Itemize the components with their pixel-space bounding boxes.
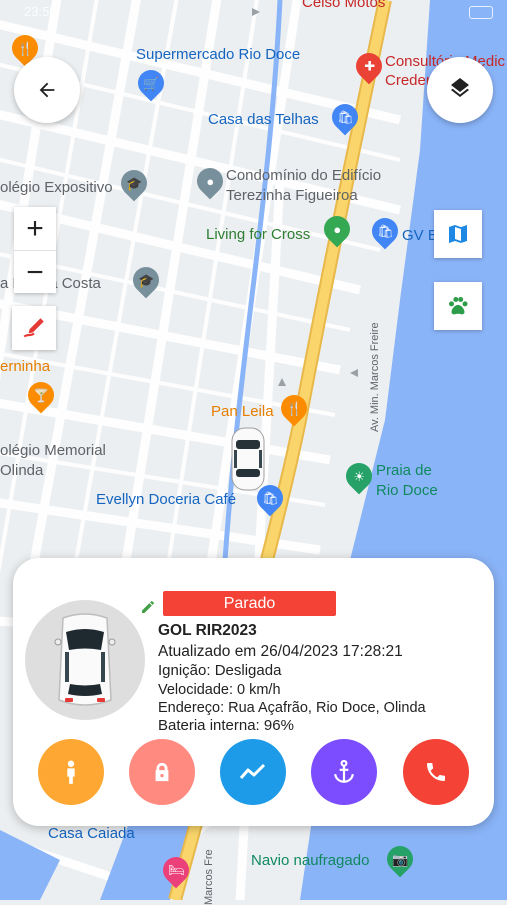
call-button[interactable] [403,739,469,805]
status-badge: Parado [163,591,336,616]
poi-label: Terezinha Figueiroa [226,187,358,204]
arrow-back-icon [39,82,55,98]
car-top-icon [54,613,116,706]
phone-icon [427,763,445,781]
poi-label: Olinda [0,462,44,479]
poi-label: Supermercado Rio Doce [136,46,301,63]
street-label: Marcos Fre [203,849,215,905]
zoom-in-button[interactable]: + [14,207,56,251]
poi-label: Pan Leila [211,403,274,420]
updated-time: Atualizado em 26/04/2023 17:28:21 [158,643,403,660]
poi-label: erninha [0,358,51,375]
poi-label: Casa das Telhas [208,111,319,128]
anchor-icon [334,759,354,783]
ignition-status: Ignição: Desligada [158,662,282,679]
lock-button[interactable] [129,739,195,805]
poi-label: GV E [402,227,438,244]
lock-icon [155,762,169,782]
layers-button[interactable] [427,57,493,123]
zoom-out-button[interactable]: − [14,251,56,294]
draw-button[interactable] [12,306,56,350]
street-label: Av. Min. Marcos Freire [369,322,381,432]
draw-icon [23,318,44,338]
battery-value: Bateria interna: 96% [158,717,294,734]
layers-icon [451,78,469,97]
poi-label: Evellyn Doceria Café [96,491,237,508]
back-button[interactable] [14,57,80,123]
zoom-control: + − [14,207,56,293]
route-button[interactable] [220,739,286,805]
person-icon [67,760,75,784]
driver-button[interactable] [38,739,104,805]
poi-label: Casa Caiada [48,825,135,842]
status-time: 23:55 [24,4,57,19]
route-icon [239,763,266,779]
map-type-button[interactable] [434,210,482,258]
anchor-button[interactable] [311,739,377,805]
battery-icon [469,6,493,19]
poi-label: olégio Expositivo [0,179,113,196]
vehicle-name: GOL RIR2023 [158,622,257,639]
edit-icon[interactable] [140,599,156,615]
speed-value: Velocidade: 0 km/h [158,682,281,698]
pet-button[interactable] [434,282,482,330]
address-value: Endereço: Rua Açafrão, Rio Doce, Olinda [158,700,426,716]
paw-icon [449,297,468,315]
vehicle-map-marker[interactable] [229,426,267,492]
vehicle-info-card: Parado GOL RIR2023 Atualizado em 26/04/2… [13,558,494,826]
poi-label: Living for Cross [206,226,311,243]
poi-label: Praia de [376,462,432,479]
status-bar: 23:55 [0,0,507,26]
vehicle-avatar [25,600,145,720]
poi-label: Navio naufragado [251,852,370,869]
poi-label: Condomínio do Edifício [226,167,382,184]
map-icon [449,225,467,243]
poi-label: Celso Motos [302,0,386,11]
poi-label: Rio Doce [376,482,438,499]
poi-label: olégio Memorial [0,442,106,459]
